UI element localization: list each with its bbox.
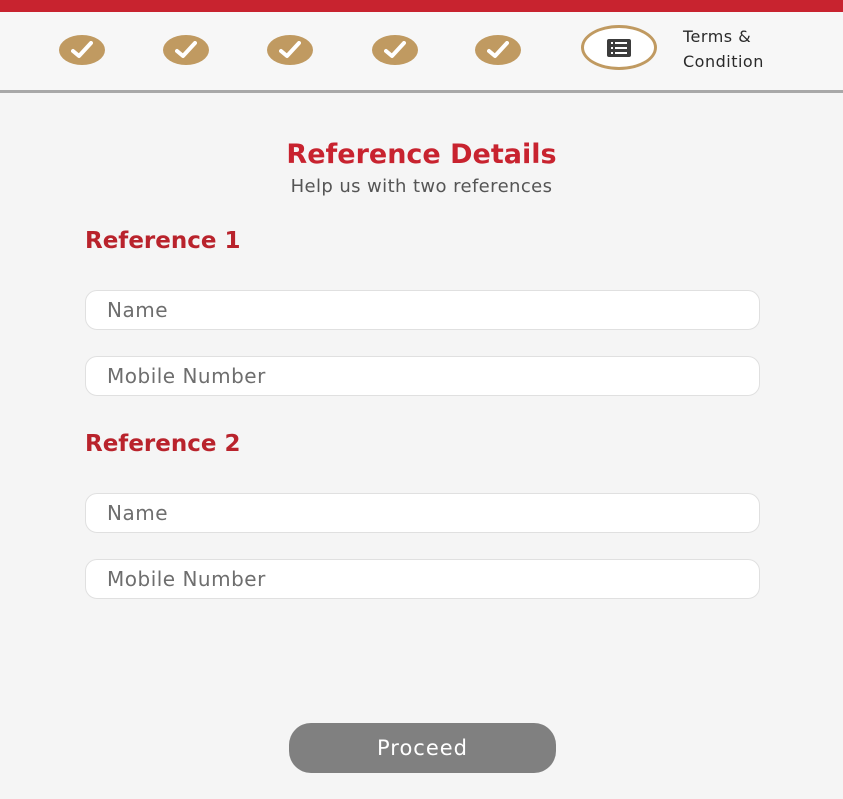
reference-2-mobile-input[interactable] [85, 559, 760, 599]
reference-1-name-input[interactable] [85, 290, 760, 330]
page-subtitle: Help us with two references [290, 176, 553, 197]
step-5-completed[interactable] [475, 35, 521, 65]
reference-1-mobile-input[interactable] [85, 356, 760, 396]
proceed-button[interactable]: Proceed [289, 723, 556, 773]
top-accent-bar [0, 0, 843, 12]
check-icon [384, 41, 406, 58]
step-1-completed[interactable] [59, 35, 105, 65]
progress-stepper: Terms & Condition [0, 12, 843, 90]
stepper-divider [0, 90, 843, 93]
reference-1-heading: Reference 1 [85, 228, 241, 254]
list-icon [607, 38, 631, 57]
reference-2-heading: Reference 2 [85, 431, 241, 457]
check-icon [175, 41, 197, 58]
check-icon [487, 41, 509, 58]
current-step-label: Terms & Condition [683, 24, 813, 74]
step-3-completed[interactable] [267, 35, 313, 65]
page-title: Reference Details [286, 139, 557, 170]
current-step-label-line2: Condition [683, 52, 764, 71]
step-2-completed[interactable] [163, 35, 209, 65]
check-icon [279, 41, 301, 58]
step-6-current[interactable] [581, 25, 657, 70]
step-4-completed[interactable] [372, 35, 418, 65]
check-icon [71, 41, 93, 58]
reference-2-name-input[interactable] [85, 493, 760, 533]
current-step-label-line1: Terms & [683, 27, 752, 46]
